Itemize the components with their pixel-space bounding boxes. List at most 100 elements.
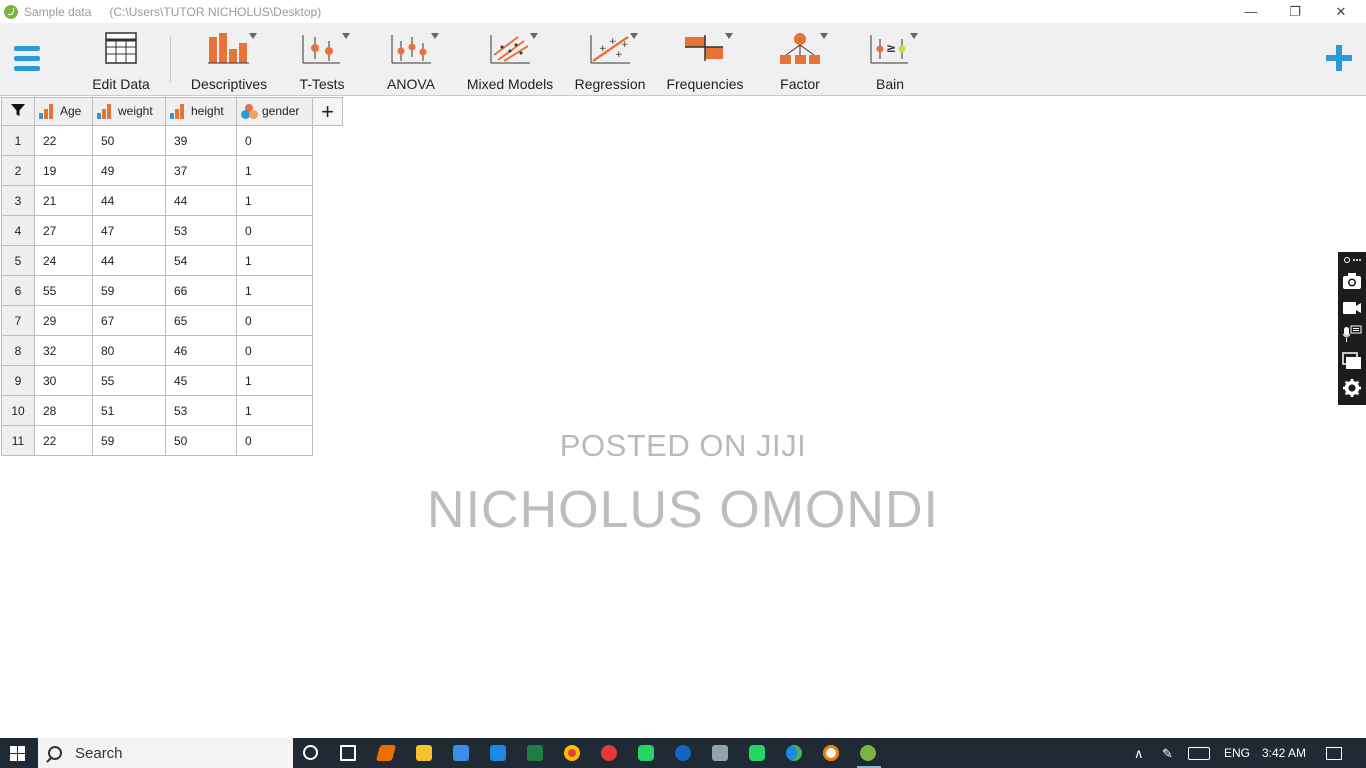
chrome-canary-icon[interactable] <box>823 745 839 761</box>
taskbar-search-box[interactable]: Search <box>38 738 293 768</box>
grid-cell[interactable]: 0 <box>236 215 313 246</box>
task-view-icon[interactable] <box>340 745 356 761</box>
ribbon-bain-button[interactable]: ≥ Bain <box>868 31 918 92</box>
grid-cell[interactable]: 28 <box>34 395 93 426</box>
clock[interactable]: 3:42 AM <box>1262 746 1306 760</box>
grid-cell[interactable]: 1 <box>236 155 313 186</box>
grid-cell[interactable]: 65 <box>165 305 237 336</box>
grid-cell[interactable]: 51 <box>92 395 166 426</box>
ribbon-anova-button[interactable]: ANOVA <box>386 31 439 92</box>
grid-cell[interactable]: 37 <box>165 155 237 186</box>
ribbon-edit-data-button[interactable]: Edit Data <box>90 31 152 92</box>
row-number[interactable]: 5 <box>1 245 35 276</box>
grid-cell[interactable]: 0 <box>236 125 313 156</box>
grid-cell[interactable]: 80 <box>92 335 166 366</box>
row-number[interactable]: 4 <box>1 215 35 246</box>
more-options-icon[interactable] <box>1342 254 1362 266</box>
chrome-icon[interactable] <box>564 745 580 761</box>
cortana-circle-icon[interactable] <box>303 745 318 760</box>
file-explorer-icon[interactable] <box>416 745 432 761</box>
hamburger-menu-icon[interactable] <box>14 46 40 71</box>
grid-cell[interactable]: 46 <box>165 335 237 366</box>
row-number[interactable]: 7 <box>1 305 35 336</box>
grid-cell[interactable]: 30 <box>34 365 93 396</box>
grid-cell[interactable]: 29 <box>34 305 93 336</box>
ribbon-t-tests-button[interactable]: T-Tests <box>298 31 350 92</box>
grid-cell[interactable]: 49 <box>92 155 166 186</box>
grid-cell[interactable]: 55 <box>34 275 93 306</box>
row-number[interactable]: 1 <box>1 125 35 156</box>
chrome-alt-icon[interactable] <box>601 745 617 761</box>
grid-cell[interactable]: 1 <box>236 245 313 276</box>
settings-gear-icon[interactable] <box>1342 379 1362 397</box>
column-header-gender[interactable]: gender <box>236 97 313 126</box>
grid-cell[interactable]: 1 <box>236 275 313 306</box>
grid-cell[interactable]: 44 <box>165 185 237 216</box>
pen-icon[interactable]: ✎ <box>1162 746 1173 762</box>
ribbon-regression-button[interactable]: + + + + Regression <box>573 31 647 92</box>
copilot-icon[interactable] <box>375 745 397 761</box>
calculator-icon[interactable] <box>712 745 728 761</box>
excel-icon[interactable] <box>527 745 543 761</box>
grid-cell[interactable]: 44 <box>92 185 166 216</box>
microsoft-store-icon[interactable] <box>453 745 469 761</box>
row-number[interactable]: 2 <box>1 155 35 186</box>
microphone-chat-icon[interactable] <box>1342 325 1362 343</box>
camera-icon[interactable] <box>1342 272 1362 290</box>
column-header-weight[interactable]: weight <box>92 97 166 126</box>
grid-cell[interactable]: 27 <box>34 215 93 246</box>
row-number[interactable]: 10 <box>1 395 35 426</box>
grid-cell[interactable]: 54 <box>165 245 237 276</box>
grid-cell[interactable]: 39 <box>165 125 237 156</box>
keyboard-icon[interactable] <box>1188 747 1210 760</box>
grid-cell[interactable]: 59 <box>92 275 166 306</box>
minimize-button[interactable]: — <box>1228 0 1274 23</box>
restore-button[interactable]: ❐ <box>1272 0 1318 23</box>
grid-cell[interactable]: 1 <box>236 185 313 216</box>
add-column-plus-icon[interactable]: + <box>312 97 343 126</box>
edge-icon[interactable] <box>786 745 802 761</box>
row-number[interactable]: 6 <box>1 275 35 306</box>
grid-cell[interactable]: 1 <box>236 395 313 426</box>
grid-cell[interactable]: 53 <box>165 395 237 426</box>
app-blue-icon[interactable] <box>490 745 506 761</box>
row-number[interactable]: 9 <box>1 365 35 396</box>
whatsapp-icon[interactable] <box>638 745 654 761</box>
grid-cell[interactable]: 45 <box>165 365 237 396</box>
grid-cell[interactable]: 21 <box>34 185 93 216</box>
grid-cell[interactable]: 44 <box>92 245 166 276</box>
whatsapp-second-icon[interactable] <box>749 745 765 761</box>
row-number[interactable]: 3 <box>1 185 35 216</box>
column-header-height[interactable]: height <box>165 97 237 126</box>
grid-cell[interactable]: 0 <box>236 305 313 336</box>
vpn-icon[interactable] <box>675 745 691 761</box>
windows-start-icon[interactable] <box>10 746 26 761</box>
row-number[interactable]: 8 <box>1 335 35 366</box>
grid-cell[interactable]: 67 <box>92 305 166 336</box>
chevron-up-icon[interactable]: ∧ <box>1134 746 1144 762</box>
grid-cell[interactable]: 47 <box>92 215 166 246</box>
column-header-age[interactable]: Age <box>34 97 93 126</box>
windows-stack-icon[interactable] <box>1342 352 1362 370</box>
language-indicator[interactable]: ENG <box>1224 746 1250 760</box>
notifications-icon[interactable] <box>1326 747 1342 760</box>
grid-cell[interactable]: 55 <box>92 365 166 396</box>
ribbon-mixed-models-button[interactable]: Mixed Models <box>465 31 555 92</box>
ribbon-descriptives-button[interactable]: Descriptives <box>190 31 268 92</box>
grid-cell[interactable]: 50 <box>92 125 166 156</box>
grid-cell[interactable]: 1 <box>236 365 313 396</box>
grid-cell[interactable]: 32 <box>34 335 93 366</box>
grid-cell[interactable]: 24 <box>34 245 93 276</box>
ribbon-factor-button[interactable]: Factor <box>778 31 828 92</box>
grid-cell[interactable]: 22 <box>34 125 93 156</box>
grid-cell[interactable]: 53 <box>165 215 237 246</box>
video-camera-icon[interactable] <box>1342 299 1362 317</box>
grid-cell[interactable]: 66 <box>165 275 237 306</box>
close-button[interactable]: ✕ <box>1318 0 1364 23</box>
grid-cell[interactable]: 0 <box>236 335 313 366</box>
grid-cell[interactable]: 19 <box>34 155 93 186</box>
filter-button[interactable] <box>1 97 35 126</box>
add-module-plus-icon[interactable] <box>1326 45 1352 71</box>
ribbon-frequencies-button[interactable]: Frequencies <box>665 31 745 92</box>
jasp-taskbar-icon[interactable] <box>860 745 876 761</box>
